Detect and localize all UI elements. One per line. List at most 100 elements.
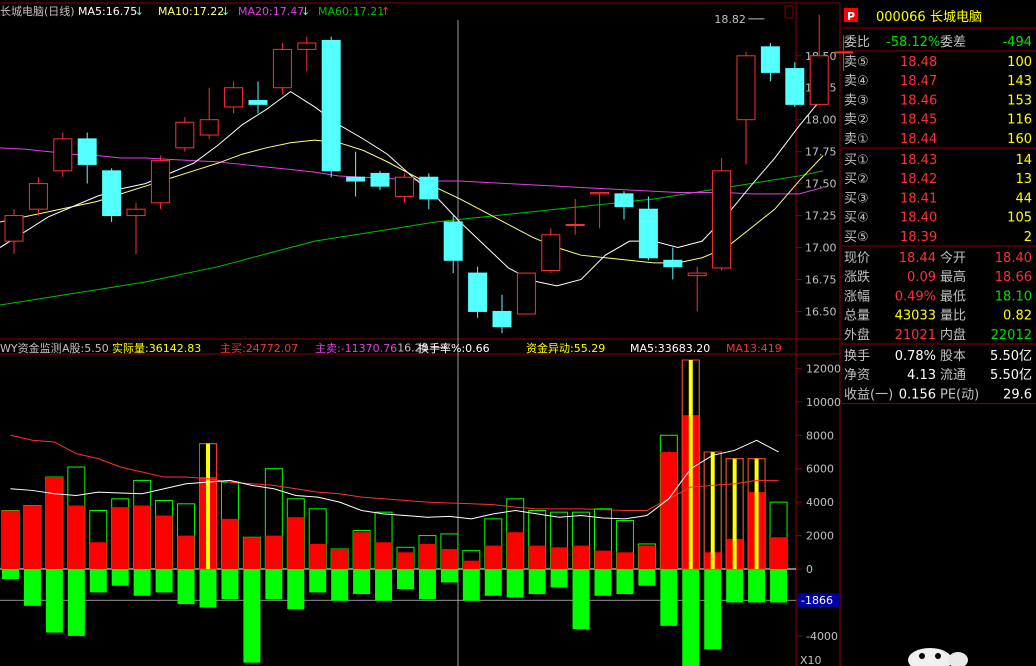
stat-label: 收益(一) xyxy=(844,387,893,402)
ma-legend-0: MA5:16.75 xyxy=(78,5,137,18)
flow-sell-bar xyxy=(594,569,612,596)
flow-sell-bar xyxy=(287,569,305,610)
stat-label: 净资 xyxy=(844,368,870,383)
candle-down xyxy=(370,172,390,187)
y-tick-label: 16.50 xyxy=(805,305,837,318)
mascot-hand-icon xyxy=(948,652,968,666)
capital-flow-chart[interactable]: WY资金监测 A股:5.50 实际量:36142.83 主买:24772.07 主卖:-… xyxy=(0,341,841,666)
ask-volume: 153 xyxy=(1007,93,1032,108)
flow-buy-bar xyxy=(353,532,371,570)
mascot-eye-icon xyxy=(919,653,925,659)
stat-value: 18.10 xyxy=(995,289,1032,304)
flow-sell-bar xyxy=(638,569,656,586)
flow-sell-bar xyxy=(682,569,700,666)
ask-volume: 143 xyxy=(1007,74,1032,89)
flow-buy-bar xyxy=(243,537,261,570)
flow-sell-bar xyxy=(462,569,480,601)
candle-up xyxy=(224,87,244,108)
bid-volume: 2 xyxy=(1024,230,1032,245)
stat-value: 5.50亿 xyxy=(990,349,1032,364)
corner-scale-label: X10 xyxy=(800,654,822,666)
candle-down xyxy=(492,310,512,328)
stat-value: 0.09 xyxy=(907,270,936,285)
ask-price: 18.45 xyxy=(900,113,937,128)
candlestick-chart[interactable]: 长城电脑(日线) MA5:16.75↓ MA10:17.22↓ MA20:17.47↓… xyxy=(0,4,854,354)
flow-sell-bar xyxy=(111,569,129,586)
sub-y-tick-label: 10000 xyxy=(806,396,841,409)
flow-buy-bar xyxy=(23,505,41,570)
candle-down xyxy=(443,221,463,261)
bid-volume: 13 xyxy=(1015,172,1032,187)
flow-buy-bar xyxy=(2,510,19,570)
weicha-label: 委差 xyxy=(940,35,966,50)
stat-label: 今开 xyxy=(940,250,966,266)
flow-buy-bar xyxy=(177,535,195,570)
sub-y-tick-label: 8000 xyxy=(806,429,834,442)
ask-price: 18.46 xyxy=(900,93,937,108)
flow-buy-bar xyxy=(309,543,327,570)
sub-y-tick-label: 0 xyxy=(806,563,813,576)
flow-buy-bar xyxy=(638,545,656,570)
stock-chart-window: 长城电脑(日线) MA5:16.75↓ MA10:17.22↓ MA20:17.47↓… xyxy=(0,2,1036,666)
flow-buy-bar xyxy=(660,451,678,570)
stat-label: 量比 xyxy=(940,309,966,324)
flow-sell-bar xyxy=(572,569,590,630)
flow-buy-bar xyxy=(440,548,458,570)
mascot-icon xyxy=(908,648,968,666)
flow-buy-bar xyxy=(528,545,546,570)
candle-up xyxy=(126,208,146,217)
stat-value: 22012 xyxy=(991,328,1032,343)
price-annotation: 18.82 xyxy=(714,13,746,26)
stat-label: PE(动) xyxy=(940,387,979,402)
current-value-label: -1866 xyxy=(801,594,833,607)
ask-label: 卖③ xyxy=(844,93,869,108)
flow-sell-bar xyxy=(45,569,63,633)
stat-value: 5.50亿 xyxy=(990,368,1032,383)
flow-sell-bar xyxy=(418,569,436,600)
mascot-eye-icon xyxy=(935,653,941,659)
flow-sell-bar xyxy=(550,569,568,588)
candle-down xyxy=(248,100,268,105)
candle-up xyxy=(687,272,707,277)
ask-volume: 116 xyxy=(1007,113,1032,128)
flow-sell-bar xyxy=(155,569,173,593)
ask-label: 卖④ xyxy=(844,74,869,89)
weicha-value: -494 xyxy=(1002,35,1032,50)
y-tick-label: 17.25 xyxy=(805,210,837,223)
flow-sell-bar xyxy=(133,569,151,596)
sub-y-tick-label: 6000 xyxy=(806,463,834,476)
flow-alert-bar xyxy=(710,451,715,570)
flow-sell-bar xyxy=(177,569,195,605)
sub-y-tick-label: 2000 xyxy=(806,530,834,543)
y-tick-label: 16.75 xyxy=(805,273,837,286)
chart-title: 长城电脑(日线) xyxy=(0,4,75,18)
stat-label: 外盘 xyxy=(844,327,870,343)
flow-sell-bar xyxy=(243,569,261,663)
flow-buy-bar xyxy=(572,545,590,570)
ask-volume: 100 xyxy=(1007,55,1032,70)
flow-sell-bar xyxy=(199,569,217,608)
sub-legend-2: 主买:24772.07 xyxy=(220,342,298,355)
stat-value: 29.6 xyxy=(1003,387,1032,402)
flow-buy-bar xyxy=(67,505,85,570)
bid-label: 买② xyxy=(844,172,869,187)
sub-legend-0: A股:5.50 xyxy=(62,342,109,355)
flow-buy-bar xyxy=(45,477,63,570)
webi-label: 委比 xyxy=(844,35,870,50)
flow-sell-bar xyxy=(375,569,393,601)
flow-buy-bar xyxy=(418,543,436,570)
bid-label: 买① xyxy=(844,153,869,168)
legend-arrow-icon: ↓ xyxy=(221,5,230,18)
flow-buy-bar xyxy=(594,550,612,570)
bid-price: 18.42 xyxy=(900,172,937,187)
candle-down xyxy=(663,259,683,268)
bid-volume: 44 xyxy=(1015,191,1032,206)
flow-sell-bar xyxy=(331,569,349,601)
candle-up xyxy=(175,121,195,149)
candle-down xyxy=(346,176,366,182)
flow-sell-bar xyxy=(660,569,678,626)
y-tick-label: 17.75 xyxy=(805,146,837,159)
bid-price: 18.39 xyxy=(900,230,937,245)
stat-value: 4.13 xyxy=(907,368,936,383)
ma10-line xyxy=(0,139,824,264)
